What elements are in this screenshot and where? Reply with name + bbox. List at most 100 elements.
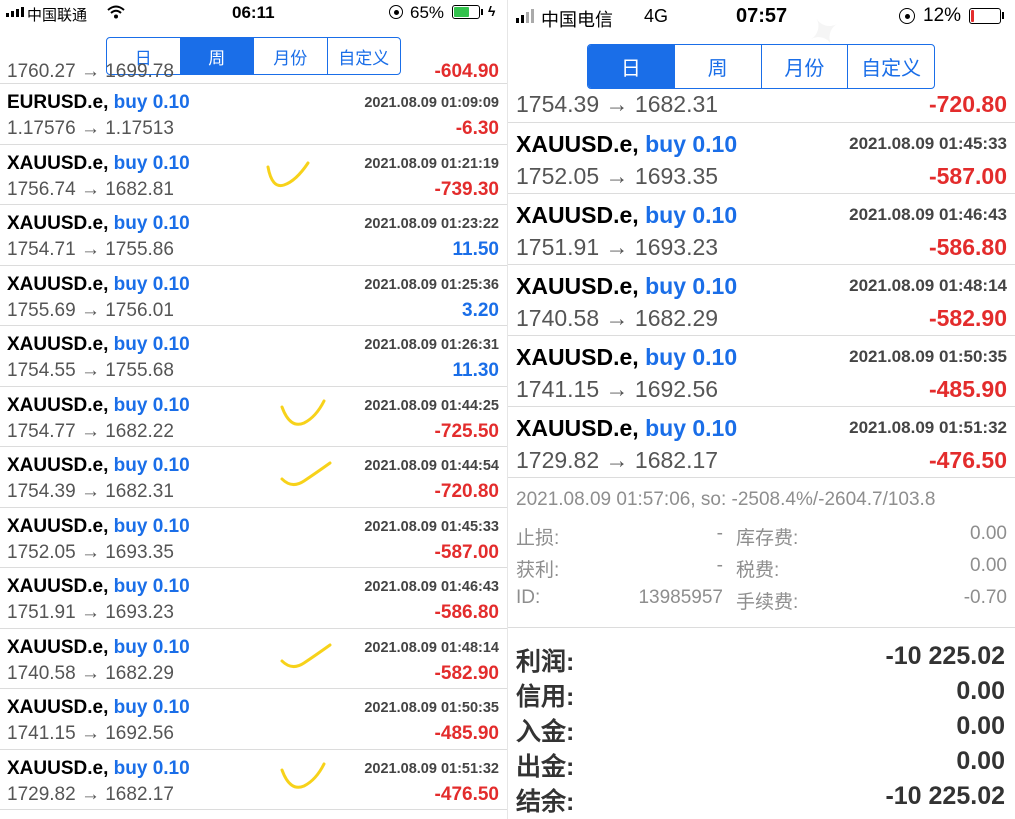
detail-value: - [716,555,723,576]
deal-row[interactable]: EURUSD.e, buy 0.10 2021.08.09 01:09:09 1.1… [0,84,507,145]
deal-prices: 1729.82 → 1682.17 [7,783,174,805]
deal-symbol: XAUUSD.e, buy 0.10 [516,344,737,371]
symbol-text: XAUUSD.e, [7,273,109,295]
deal-symbol: XAUUSD.e, buy 0.10 [516,131,737,158]
handwritten-check-mark [280,643,332,668]
detail-line: 获利: - 税费: 0.00 [508,555,1015,583]
deal-row[interactable]: XAUUSD.e, buy 0.10 2021.08.09 01:48:14 174… [508,265,1015,336]
deal-row[interactable]: XAUUSD.e, buy 0.10 2021.08.09 01:48:14 174… [0,629,507,689]
deal-row[interactable]: XAUUSD.e, buy 0.10 2021.08.09 01:45:33 175… [508,123,1015,194]
right-screen: ✦ 中国电信 4G 07:57 12% 日周月份自定义 1754.39 → 16… [508,0,1015,819]
deal-profit: -485.90 [928,376,1007,402]
handwritten-check-mark [280,399,326,426]
carrier-name: 中国电信 [541,10,613,30]
deal-time: 2021.08.09 01:09:09 [364,95,499,111]
symbol-text: XAUUSD.e, [7,576,109,597]
deal-row[interactable]: XAUUSD.e, buy 0.10 2021.08.09 01:46:43 175… [508,194,1015,265]
deal-row[interactable]: XAUUSD.e, buy 0.10 2021.08.09 01:44:25 175… [0,387,507,447]
deal-row[interactable]: XAUUSD.e, buy 0.10 2021.08.09 01:45:33 175… [0,508,507,568]
deal-prices: 1729.82 → 1682.17 [516,447,719,473]
deal-profit: -582.90 [434,662,499,684]
deal-time: 2021.08.09 01:44:25 [364,397,499,414]
deal-action: buy 0.10 [113,455,190,476]
battery-nub [481,9,483,15]
tab-2[interactable]: 月份 [760,45,848,88]
deal-symbol: XAUUSD.e, buy 0.10 [7,576,190,598]
total-value: 0.00 [956,747,1005,775]
deal-row[interactable]: XAUUSD.e, buy 0.10 2021.08.09 01:25:36 175… [0,266,507,326]
partial-row[interactable]: 1754.39 → 1682.31 -720.80 [508,91,1015,123]
deal-profit: -720.80 [434,481,499,502]
deal-action: buy 0.10 [645,344,738,370]
deal-prices: 1741.15 → 1692.56 [516,376,719,402]
period-tabs[interactable]: 日周月份 自定义 [587,44,935,89]
deal-prices: 1754.71 → 1755.86 [7,239,174,260]
deal-symbol: XAUUSD.e, buy 0.10 [7,697,190,719]
deal-row[interactable]: XAUUSD.e, buy 0.10 2021.08.09 01:23:22 175… [0,205,507,266]
tab-0[interactable]: 日 [588,45,674,88]
deal-symbol: XAUUSD.e, buy 0.10 [516,415,737,442]
deal-profit: -739.30 [434,178,499,200]
symbol-text: XAUUSD.e, [7,455,109,476]
deal-profit: -604.90 [434,61,499,82]
deal-action: buy 0.10 [113,576,190,597]
handwritten-check-mark [266,161,310,187]
deal-symbol: XAUUSD.e, buy 0.10 [7,637,190,659]
symbol-text: XAUUSD.e, [7,636,109,658]
deal-action: buy 0.10 [113,636,190,658]
deal-action: buy 0.10 [113,697,190,718]
tab-1[interactable]: 周 [673,45,761,88]
symbol-text: EURUSD.e, [7,92,109,113]
partial-row[interactable]: 1760.27 → 1699.78 -604.90 [0,61,507,84]
deal-profit: -476.50 [434,783,499,805]
detail-label: ID: [516,587,541,608]
total-row: 出金: 0.00 [508,747,1015,782]
deal-symbol: EURUSD.e, buy 0.10 [7,92,190,114]
detail-value: - [716,523,723,544]
total-label: 信用: [516,683,575,711]
deal-prices: 1751.91 → 1693.23 [7,602,174,623]
carrier-name: 中国联通 [27,7,88,24]
detail-value: -0.70 [963,587,1007,608]
deal-profit: -476.50 [928,447,1007,473]
deal-symbol: XAUUSD.e, buy 0.10 [7,455,190,477]
close-info: 2021.08.09 01:57:06, so: -2508.4%/-2604.… [516,489,936,510]
battery-percent: 12% [923,5,962,26]
deal-row[interactable]: XAUUSD.e, buy 0.10 2021.08.09 01:51:32 172… [0,750,507,810]
deal-time: 2021.08.09 01:50:35 [849,347,1007,366]
deal-row[interactable]: XAUUSD.e, buy 0.10 2021.08.09 01:51:32 172… [508,407,1015,478]
tab-3[interactable]: 自定义 [847,45,934,88]
detail-label: 税费: [736,560,780,581]
deal-row[interactable]: XAUUSD.e, buy 0.10 2021.08.09 01:21:19 175… [0,145,507,205]
symbol-text: XAUUSD.e, [7,213,109,234]
deal-prices: 1756.74 → 1682.81 [7,178,174,200]
deal-symbol: XAUUSD.e, buy 0.10 [7,395,190,417]
symbol-text: XAUUSD.e, [516,273,639,299]
battery-icon [969,8,1001,24]
deal-row[interactable]: XAUUSD.e, buy 0.10 2021.08.09 01:26:31 175… [0,326,507,387]
detail-value: 0.00 [970,523,1007,544]
deal-row[interactable]: XAUUSD.e, buy 0.10 2021.08.09 01:44:54 175… [0,447,507,508]
deal-action: buy 0.10 [645,273,738,299]
deal-action: buy 0.10 [113,152,190,174]
wifi-icon [107,5,125,19]
left-screen: 中国联通 06:11 65% ϟ 日周月份 自定义 1760.27 → 1699.… [0,0,507,819]
signal-icon [6,7,24,17]
deal-row[interactable]: XAUUSD.e, buy 0.10 2021.08.09 01:50:35 174… [508,336,1015,407]
battery-percent: 65% [410,3,445,22]
battery-nub [1002,12,1004,19]
deal-time: 2021.08.09 01:48:14 [364,639,499,656]
deal-profit: -720.80 [928,91,1007,117]
deal-symbol: XAUUSD.e, buy 0.10 [7,516,190,538]
deal-action: buy 0.10 [645,202,738,228]
status-time: 07:57 [736,5,788,27]
total-row: 入金: 0.00 [508,712,1015,747]
deal-time: 2021.08.09 01:23:22 [364,216,499,232]
charging-bolt-icon: ϟ [488,3,496,19]
deal-row[interactable]: XAUUSD.e, buy 0.10 2021.08.09 01:46:43 175… [0,568,507,629]
total-label: 结余: [516,788,575,816]
total-value: 0.00 [956,677,1005,705]
deal-row[interactable]: XAUUSD.e, buy 0.10 2021.08.09 01:50:35 174… [0,689,507,750]
deal-symbol: XAUUSD.e, buy 0.10 [516,202,737,229]
detail-label: 获利: [516,560,560,581]
